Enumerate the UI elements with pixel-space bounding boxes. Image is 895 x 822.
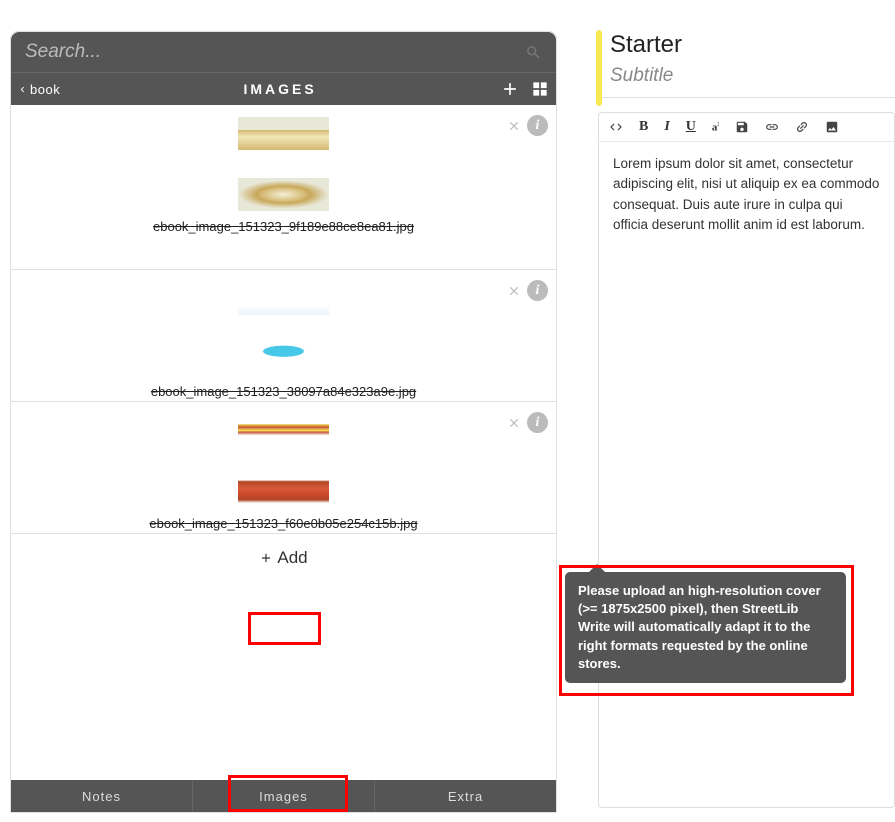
anchor-icon[interactable] [795, 120, 809, 134]
search-icon[interactable] [525, 44, 542, 61]
delete-icon[interactable] [507, 416, 521, 430]
add-row: Add [11, 534, 556, 582]
image-filename: ebook_image_151323_38097a84e323a9e.jpg [11, 384, 556, 401]
tab-images[interactable]: Images [193, 780, 375, 812]
image-filename: ebook_image_151323_9f189e88ce8ea81.jpg [11, 219, 556, 236]
save-icon[interactable] [735, 120, 749, 134]
code-icon[interactable] [609, 120, 623, 134]
font-size-icon[interactable]: a↕ [712, 121, 719, 134]
editor-body[interactable]: Lorem ipsum dolor sit amet, consectetur … [599, 142, 894, 247]
link-icon[interactable] [765, 120, 779, 134]
underline-icon[interactable]: U [686, 119, 696, 135]
header-bar: book IMAGES [11, 72, 556, 105]
image-item[interactable]: i ebook_image_151323_9f189e88ce8ea81.jpg [11, 105, 556, 270]
info-icon[interactable]: i [527, 115, 548, 136]
accent-bar [596, 30, 602, 106]
image-thumbnail [238, 343, 329, 376]
delete-icon[interactable] [507, 119, 521, 133]
image-thumbnail [238, 282, 329, 315]
right-panel: Starter Subtitle B I U a↕ Lorem ipsum do… [596, 25, 895, 822]
document-title[interactable]: Starter [610, 31, 895, 59]
panel-title: IMAGES [60, 81, 500, 97]
image-thumbnail [238, 117, 329, 150]
tab-extra[interactable]: Extra [375, 780, 556, 812]
header-actions [500, 79, 550, 99]
editor: B I U a↕ Lorem ipsum dolor sit amet, con… [598, 112, 895, 808]
delete-icon[interactable] [507, 284, 521, 298]
chevron-left-icon [17, 82, 28, 97]
add-button-label: Add [277, 548, 307, 568]
plus-icon [259, 551, 273, 565]
add-button[interactable]: Add [247, 544, 319, 572]
back-button[interactable]: book [17, 82, 60, 97]
add-icon[interactable] [500, 79, 520, 99]
grid-view-icon[interactable] [530, 79, 550, 99]
info-icon[interactable]: i [527, 280, 548, 301]
image-thumbnail [238, 178, 329, 211]
image-thumbnail [238, 475, 329, 508]
search-bar [11, 32, 556, 72]
divider [596, 97, 895, 98]
back-label: book [30, 82, 60, 97]
image-icon[interactable] [825, 120, 839, 134]
tab-notes[interactable]: Notes [11, 780, 193, 812]
image-item[interactable]: i ebook_image_151323_38097a84e323a9e.jpg [11, 270, 556, 402]
image-item[interactable]: i ebook_image_151323_f60e0b05e254c15b.jp… [11, 402, 556, 534]
image-filename: ebook_image_151323_f60e0b05e254c15b.jpg [11, 516, 556, 533]
editor-toolbar: B I U a↕ [599, 113, 894, 142]
info-icon[interactable]: i [527, 412, 548, 433]
left-panel: book IMAGES i ebook_image_151323_9f189e8… [10, 31, 557, 813]
cover-upload-tooltip: Please upload an high-resolution cover (… [565, 572, 846, 683]
bold-icon[interactable]: B [639, 119, 648, 135]
document-subtitle[interactable]: Subtitle [610, 65, 895, 87]
image-thumbnail [238, 414, 329, 447]
bottom-tabs: Notes Images Extra [11, 780, 556, 812]
image-list: i ebook_image_151323_9f189e88ce8ea81.jpg… [11, 105, 556, 611]
italic-icon[interactable]: I [664, 119, 669, 135]
search-input[interactable] [25, 41, 525, 63]
